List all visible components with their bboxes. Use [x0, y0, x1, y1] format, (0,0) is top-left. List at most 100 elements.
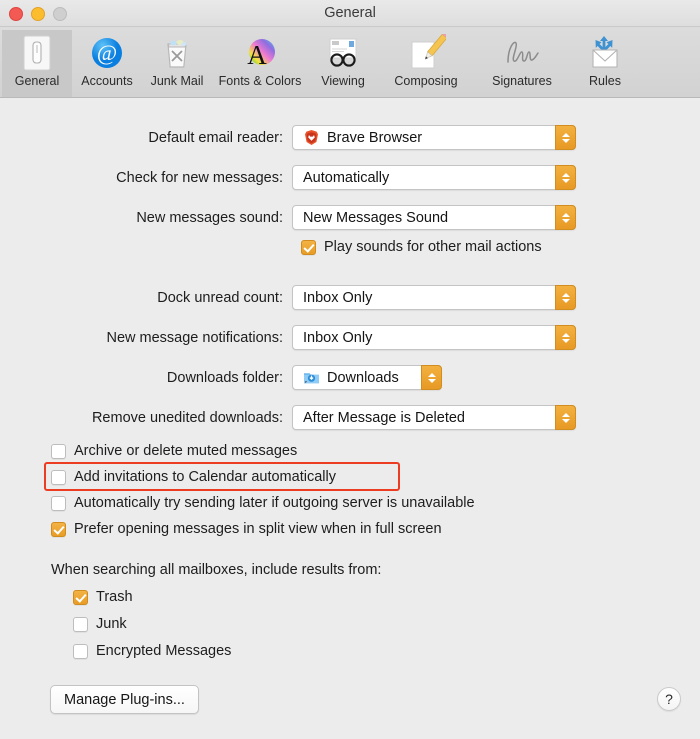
checkbox-row-trash[interactable]: Trash [73, 589, 133, 605]
toolbar-label-accounts: Accounts [81, 74, 133, 88]
label-encrypted-messages: Encrypted Messages [96, 643, 232, 659]
toolbar-label-rules: Rules [589, 74, 621, 88]
row-default-email-reader: Default email reader: Brave Browser [0, 125, 700, 150]
select-default-email-reader[interactable]: Brave Browser [292, 125, 576, 150]
label-play-sounds: Play sounds for other mail actions [324, 239, 542, 255]
toolbar-item-fonts-colors[interactable]: A Fonts & Colors [212, 30, 308, 97]
select-dock-unread-count[interactable]: Inbox Only [292, 285, 576, 310]
chevron-down-icon [561, 418, 570, 423]
downloads-folder-icon [303, 369, 320, 386]
trash-bin-icon [159, 34, 195, 72]
checkbox-archive-muted[interactable] [51, 443, 66, 459]
checkbox-split-view[interactable] [51, 521, 66, 537]
chevron-up-icon [561, 132, 570, 137]
row-remove-unedited-downloads: Remove unedited downloads: After Message… [0, 405, 700, 430]
chevron-down-icon [561, 178, 570, 183]
toolbar-item-rules[interactable]: Rules [570, 30, 640, 97]
checkbox-row-split-view[interactable]: Prefer opening messages in split view wh… [51, 521, 442, 537]
value-downloads-folder: Downloads [327, 369, 399, 386]
brave-browser-icon [303, 129, 320, 146]
label-default-email-reader: Default email reader: [148, 129, 283, 146]
select-downloads-folder[interactable]: Downloads [292, 365, 442, 390]
value-new-message-notifications: Inbox Only [303, 329, 373, 346]
row-new-messages-sound: New messages sound: New Messages Sound [0, 205, 700, 230]
checkbox-row-play-sounds[interactable]: Play sounds for other mail actions [301, 239, 542, 255]
checkbox-auto-send-later[interactable] [51, 495, 66, 511]
chevron-up-icon [561, 292, 570, 297]
toolbar-label-viewing: Viewing [321, 74, 365, 88]
toolbar-item-viewing[interactable]: Viewing [308, 30, 378, 97]
zoom-button [53, 7, 67, 21]
select-new-messages-sound[interactable]: New Messages Sound [292, 205, 576, 230]
preferences-toolbar: General @ Accounts Junk Mail A Fonts & C… [0, 27, 700, 98]
row-downloads-folder: Downloads folder: Downloads [0, 365, 700, 390]
checkbox-row-junk[interactable]: Junk [73, 616, 127, 632]
select-check-new-messages[interactable]: Automatically [292, 165, 576, 190]
svg-text:A: A [247, 40, 267, 70]
checkbox-junk[interactable] [73, 616, 88, 632]
checkbox-play-sounds[interactable] [301, 239, 316, 255]
label-remove-unedited-downloads: Remove unedited downloads: [91, 409, 283, 426]
checkbox-row-add-invitations[interactable]: Add invitations to Calendar automaticall… [51, 469, 336, 485]
toolbar-item-general[interactable]: General [2, 30, 72, 97]
toolbar-label-fonts-colors: Fonts & Colors [218, 74, 302, 88]
general-switch-icon [20, 34, 54, 72]
checkbox-encrypted-messages[interactable] [73, 643, 88, 659]
toolbar-item-junk-mail[interactable]: Junk Mail [142, 30, 212, 97]
label-dock-unread-count: Dock unread count: [157, 289, 283, 306]
pencil-note-icon [406, 34, 446, 72]
signature-icon [500, 34, 544, 72]
label-new-messages-sound: New messages sound: [136, 209, 283, 226]
color-wheel-a-icon: A [242, 34, 278, 72]
preferences-content: Default email reader: Brave Browser Chec… [0, 98, 700, 739]
at-sign-icon: @ [89, 34, 125, 72]
select-remove-unedited-downloads[interactable]: After Message is Deleted [292, 405, 576, 430]
toolbar-item-accounts[interactable]: @ Accounts [72, 30, 142, 97]
chevron-down-icon [561, 218, 570, 223]
eyeglasses-icon [323, 34, 363, 72]
toolbar-label-signatures: Signatures [492, 74, 552, 88]
label-archive-muted: Archive or delete muted messages [74, 443, 298, 459]
help-button[interactable]: ? [657, 687, 681, 711]
label-trash: Trash [96, 589, 133, 605]
label-auto-send-later: Automatically try sending later if outgo… [74, 495, 475, 511]
checkbox-row-auto-send-later[interactable]: Automatically try sending later if outgo… [51, 495, 475, 511]
value-default-email-reader: Brave Browser [327, 129, 423, 146]
select-new-message-notifications[interactable]: Inbox Only [292, 325, 576, 350]
label-check-new-messages: Check for new messages: [116, 169, 283, 186]
envelope-arrows-icon [585, 34, 625, 72]
stepper-new-message-notifications[interactable] [555, 325, 576, 350]
checkbox-add-invitations[interactable] [51, 469, 66, 485]
svg-text:@: @ [97, 40, 117, 65]
stepper-remove-unedited-downloads[interactable] [555, 405, 576, 430]
toolbar-item-composing[interactable]: Composing [378, 30, 474, 97]
chevron-up-icon [561, 332, 570, 337]
window-titlebar: General [0, 0, 700, 27]
value-dock-unread-count: Inbox Only [303, 289, 373, 306]
label-junk: Junk [96, 616, 127, 632]
label-add-invitations: Add invitations to Calendar automaticall… [74, 469, 336, 485]
stepper-check-new-messages[interactable] [555, 165, 576, 190]
stepper-dock-unread-count[interactable] [555, 285, 576, 310]
chevron-up-icon [561, 212, 570, 217]
row-new-message-notifications: New message notifications: Inbox Only [0, 325, 700, 350]
chevron-down-icon [427, 378, 436, 383]
row-dock-unread-count: Dock unread count: Inbox Only [0, 285, 700, 310]
row-check-new-messages: Check for new messages: Automatically [0, 165, 700, 190]
toolbar-label-junk-mail: Junk Mail [150, 74, 204, 88]
chevron-down-icon [561, 338, 570, 343]
toolbar-label-composing: Composing [394, 74, 458, 88]
label-split-view: Prefer opening messages in split view wh… [74, 521, 442, 537]
stepper-downloads-folder[interactable] [421, 365, 442, 390]
minimize-button[interactable] [31, 7, 45, 21]
label-new-message-notifications: New message notifications: [106, 329, 284, 346]
manage-plugins-button[interactable]: Manage Plug-ins... [50, 685, 199, 714]
stepper-default-email-reader[interactable] [555, 125, 576, 150]
stepper-new-messages-sound[interactable] [555, 205, 576, 230]
checkbox-row-archive-muted[interactable]: Archive or delete muted messages [51, 443, 297, 459]
label-downloads-folder: Downloads folder: [166, 369, 283, 386]
toolbar-item-signatures[interactable]: Signatures [474, 30, 570, 97]
checkbox-row-encrypted-messages[interactable]: Encrypted Messages [73, 643, 231, 659]
checkbox-trash[interactable] [73, 589, 88, 605]
close-button[interactable] [9, 7, 23, 21]
